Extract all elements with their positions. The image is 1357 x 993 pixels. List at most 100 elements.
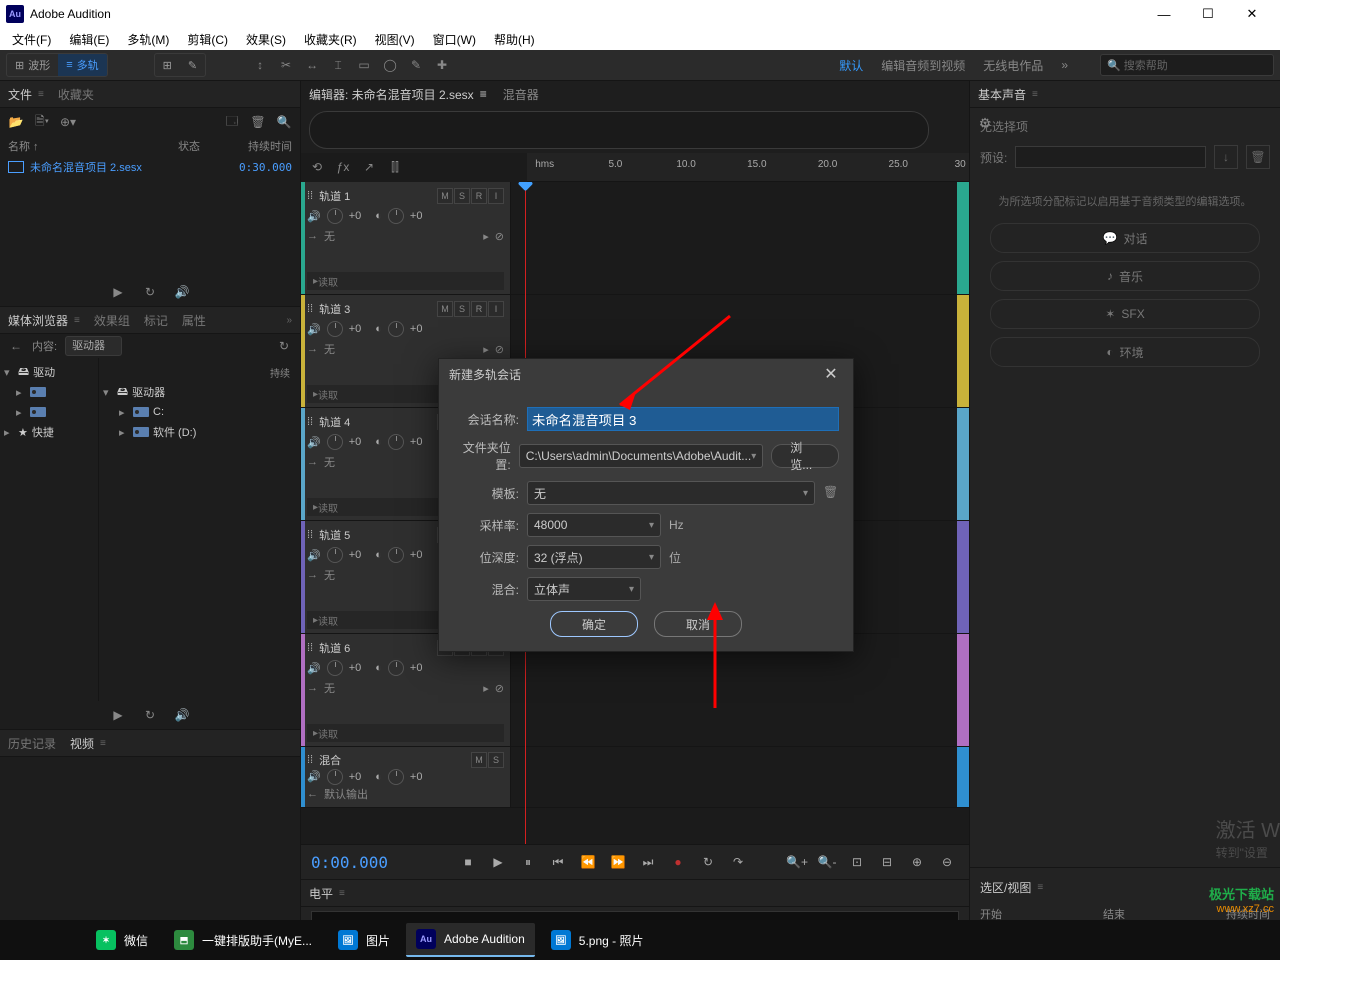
tab-video[interactable]: 视频	[70, 735, 94, 752]
col-duration[interactable]: 持续时间	[232, 138, 292, 154]
menu-view[interactable]: 视图(V)	[367, 29, 423, 50]
filter-icon[interactable]: 🔍	[276, 114, 292, 130]
taskbar-item-typeset[interactable]: ⬒一键排版助手(MyE...	[164, 924, 322, 956]
category-ambience[interactable]: ◐环境	[990, 337, 1260, 367]
menu-effects[interactable]: 效果(S)	[238, 29, 294, 50]
taskbar-item-wechat[interactable]: ✶微信	[86, 924, 158, 956]
track-header[interactable]: ⁞⁞轨道 1MSRI 🔊+0◐+0 →无▸⊘ ▸ 读取	[301, 182, 511, 294]
drives-select[interactable]: 驱动器	[65, 336, 122, 356]
sends-icon[interactable]: ↗	[361, 159, 377, 175]
zoom-v-out-icon[interactable]: ⊖	[935, 850, 959, 874]
refresh-icon[interactable]: ↻	[276, 338, 292, 354]
tab-history[interactable]: 历史记录	[8, 735, 56, 752]
mix-select[interactable]: 立体声▾	[527, 577, 641, 601]
loop-button[interactable]: ↻	[696, 850, 720, 874]
panel-menu-icon[interactable]: ≡	[38, 89, 44, 100]
preset-select[interactable]	[1015, 146, 1206, 168]
volume-knob[interactable]	[327, 208, 343, 224]
tab-markers[interactable]: 标记	[144, 312, 168, 329]
workspace-more[interactable]: »	[1061, 58, 1068, 72]
loop-preview-icon[interactable]: ↻	[142, 284, 158, 300]
rewind-button[interactable]: ⏪	[576, 850, 600, 874]
dialog-close-button[interactable]: ✕	[819, 362, 843, 386]
pause-button[interactable]: ⏸	[516, 850, 540, 874]
marquee-tool-icon[interactable]: ▭	[356, 57, 372, 73]
waveform-view-button[interactable]: ⊞波形	[7, 54, 58, 76]
col-status[interactable]: 状态	[178, 138, 228, 154]
tree-item[interactable]: ▸	[4, 402, 94, 422]
tab-files[interactable]: 文件	[8, 86, 32, 103]
autoplay-icon[interactable]: 🔊	[174, 707, 190, 723]
template-select[interactable]: 无▾	[527, 481, 815, 505]
overview-settings-icon[interactable]: ⚙	[973, 111, 997, 135]
template-delete-icon[interactable]: 🗑	[823, 485, 839, 501]
category-dialogue[interactable]: 💬对话	[990, 223, 1260, 253]
time-ruler[interactable]: hms 5.0 10.0 15.0 20.0 25.0 30	[527, 153, 969, 182]
track-header[interactable]: ⁞⁞混合MS 🔊+0◐+0 ←默认输出	[301, 747, 511, 807]
slip-tool-icon[interactable]: ↔	[304, 57, 320, 73]
insert-icon[interactable]: ⊕▾	[60, 114, 76, 130]
close-window-button[interactable]: ✕	[1230, 0, 1274, 28]
bit-depth-select[interactable]: 32 (浮点)▾	[527, 545, 661, 569]
tab-essential-sound[interactable]: 基本声音	[978, 86, 1026, 103]
menu-clip[interactable]: 剪辑(C)	[179, 29, 236, 50]
tab-properties[interactable]: 属性	[182, 312, 206, 329]
timecode[interactable]: 0:00.000	[311, 853, 421, 872]
tab-media-browser[interactable]: 媒体浏览器	[8, 312, 68, 329]
zoom-v-in-icon[interactable]: ⊕	[905, 850, 929, 874]
play-button[interactable]: ▶	[486, 850, 510, 874]
fx-label-icon[interactable]: ƒx	[335, 159, 351, 175]
workspace-edit-av[interactable]: 编辑音频到视频	[881, 57, 965, 74]
panel-menu-icon[interactable]: ≡	[100, 738, 106, 749]
delete-icon[interactable]: 🗑	[250, 114, 266, 130]
preset-delete-icon[interactable]: 🗑	[1246, 145, 1270, 169]
workspace-default[interactable]: 默认	[839, 57, 863, 74]
file-row[interactable]: 未命名混音项目 2.sesx 0:30.000	[0, 156, 300, 178]
taskbar-item-photos[interactable]: 🖼图片	[328, 924, 400, 956]
menu-favorites[interactable]: 收藏夹(R)	[296, 29, 365, 50]
overview-bar[interactable]	[309, 111, 929, 149]
properties-icon[interactable]: 🗔	[224, 114, 240, 130]
record-button[interactable]: ●	[666, 850, 690, 874]
menu-window[interactable]: 窗口(W)	[425, 29, 484, 50]
tree-item[interactable]: ▸	[4, 382, 94, 402]
ffwd-button[interactable]: ⏩	[606, 850, 630, 874]
preset-save-icon[interactable]: ↓	[1214, 145, 1238, 169]
heal-tool-icon[interactable]: ✚	[434, 57, 450, 73]
ok-button[interactable]: 确定	[550, 611, 638, 637]
tab-editor[interactable]: 编辑器: 未命名混音项目 2.sesx≡	[309, 86, 487, 103]
tree-item-d[interactable]: ▸软件 (D:)	[103, 422, 296, 442]
menu-help[interactable]: 帮助(H)	[486, 29, 543, 50]
zoom-sel-icon[interactable]: ⊟	[875, 850, 899, 874]
tab-levels[interactable]: 电平	[309, 885, 333, 902]
razor-tool-icon[interactable]: ✂	[278, 57, 294, 73]
tree-item-drives[interactable]: ▾🖴驱动器	[103, 382, 296, 402]
menu-multitrack[interactable]: 多轨(M)	[119, 29, 177, 50]
prev-button[interactable]: ⏮	[546, 850, 570, 874]
multitrack-view-button[interactable]: ≡多轨	[58, 54, 106, 76]
tool-button-2[interactable]: ✎	[180, 54, 205, 76]
cancel-button[interactable]: 取消	[654, 611, 742, 637]
tab-mixer[interactable]: 混音器	[503, 86, 539, 103]
workspace-radio[interactable]: 无线电作品	[983, 57, 1043, 74]
new-file-icon[interactable]: 🗎▾	[34, 114, 50, 130]
menu-edit[interactable]: 编辑(E)	[61, 29, 117, 50]
session-name-input[interactable]	[527, 407, 839, 431]
skip-button[interactable]: ↷	[726, 850, 750, 874]
stop-button[interactable]: ■	[456, 850, 480, 874]
open-file-icon[interactable]: 📂	[8, 114, 24, 130]
tool-button-1[interactable]: ⊞	[155, 54, 180, 76]
help-search-input[interactable]: 🔍 搜索帮助	[1100, 54, 1274, 76]
browse-button[interactable]: 浏览...	[771, 444, 839, 468]
category-sfx[interactable]: ✶SFX	[990, 299, 1260, 329]
folder-location-select[interactable]: C:\Users\admin\Documents\Adobe\Audit...▾	[519, 444, 763, 468]
tab-effects-rack[interactable]: 效果组	[94, 312, 130, 329]
fx-icon[interactable]: ⟲	[309, 159, 325, 175]
move-tool-icon[interactable]: ↕	[252, 57, 268, 73]
tree-item-shortcuts[interactable]: ▸★快捷	[4, 422, 94, 442]
tab-favorites[interactable]: 收藏夹	[58, 86, 94, 103]
zoom-in-icon[interactable]: 🔍+	[785, 850, 809, 874]
time-select-tool-icon[interactable]: ⌶	[330, 57, 346, 73]
lasso-tool-icon[interactable]: ◯	[382, 57, 398, 73]
col-name[interactable]: 名称 ↑	[8, 138, 174, 154]
